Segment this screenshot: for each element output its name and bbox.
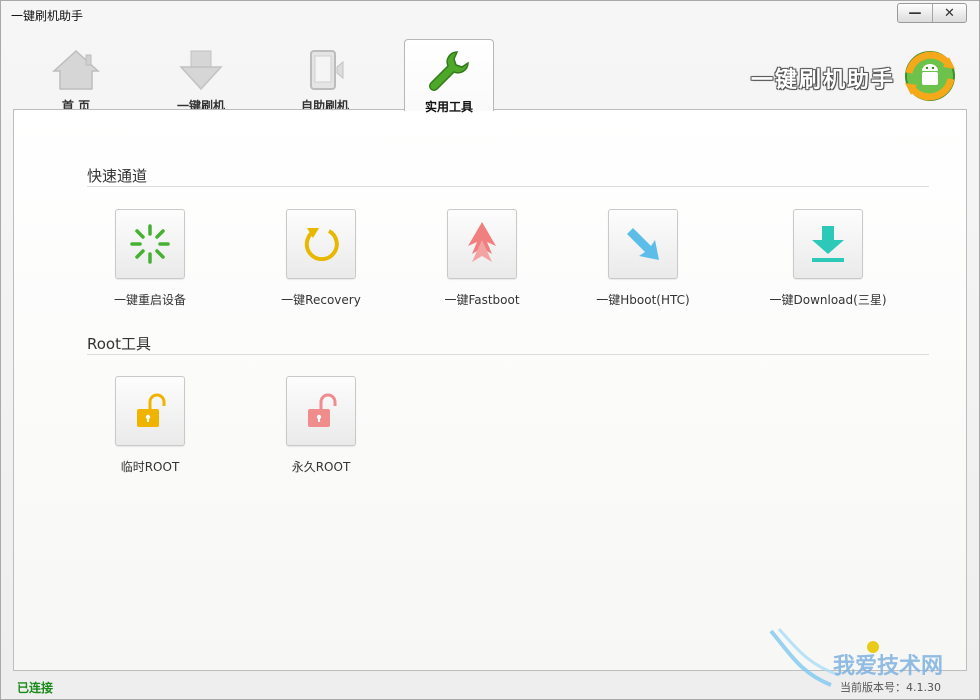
- version-label: 当前版本号：4.1.30: [840, 681, 941, 694]
- tile-perm-root-label: 永久ROOT: [291, 460, 351, 474]
- tab-one-click-flash[interactable]: 一键刷机: [156, 39, 246, 113]
- section-title-root: Root工具: [87, 335, 151, 353]
- brand-logo: 一键刷机助手: [751, 47, 959, 109]
- up-arrow-icon[interactable]: [447, 209, 517, 279]
- section-divider-root: [87, 354, 929, 355]
- tile-download-samsung-label: 一键Download(三星): [769, 293, 887, 307]
- tile-recovery[interactable]: 一键Recovery: [246, 209, 396, 308]
- close-button[interactable]: ✕: [932, 4, 966, 22]
- tile-perm-root[interactable]: 永久ROOT: [246, 376, 396, 475]
- section-divider-quick: [87, 186, 929, 187]
- tile-fastboot-label: 一键Fastboot: [444, 293, 520, 307]
- tab-utilities[interactable]: 实用工具: [404, 39, 494, 114]
- download-tray-icon[interactable]: [793, 209, 863, 279]
- tile-hboot-label: 一键Hboot(HTC): [596, 293, 690, 307]
- wrench-icon: [423, 48, 475, 94]
- title-bar: 一键刷机助手 — ✕: [1, 1, 979, 27]
- unlock-yellow-icon[interactable]: [115, 376, 185, 446]
- tab-home[interactable]: 首 页: [31, 39, 121, 113]
- tile-reboot-device[interactable]: 一键重启设备: [75, 209, 225, 308]
- window-title: 一键刷机助手: [11, 9, 84, 23]
- minimize-button[interactable]: —: [898, 4, 932, 22]
- loading-spinner-icon[interactable]: [115, 209, 185, 279]
- home-icon: [50, 47, 102, 93]
- unlock-pink-icon[interactable]: [286, 376, 356, 446]
- diagonal-arrow-icon[interactable]: [608, 209, 678, 279]
- tile-hboot[interactable]: 一键Hboot(HTC): [568, 209, 718, 308]
- tile-fastboot[interactable]: 一键Fastboot: [407, 209, 557, 308]
- tile-temp-root-label: 临时ROOT: [120, 460, 180, 474]
- tile-download-samsung[interactable]: 一键Download(三星): [753, 209, 903, 308]
- status-bar: 已连接 当前版本号：4.1.30: [1, 675, 979, 699]
- tab-utilities-label: 实用工具: [424, 100, 473, 114]
- brand-title: 一键刷机助手: [750, 68, 895, 93]
- download-arrow-icon: [175, 47, 227, 93]
- refresh-circle-icon[interactable]: [286, 209, 356, 279]
- tile-temp-root[interactable]: 临时ROOT: [75, 376, 225, 475]
- section-title-quick: 快速通道: [87, 167, 148, 185]
- tile-reboot-device-label: 一键重启设备: [113, 293, 186, 307]
- utilities-panel: 快速通道 一键重启设备 一键Recovery 一键Fastboot 一键Hboo…: [13, 109, 967, 671]
- connection-status: 已连接: [17, 681, 54, 695]
- phone-icon: [299, 47, 351, 93]
- window-controls: — ✕: [897, 3, 967, 23]
- app-window: 一键刷机助手 — ✕ 首 页 一键刷机 自助刷机 实用工具 一键刷机助手 快速通…: [0, 0, 980, 700]
- tile-recovery-label: 一键Recovery: [281, 293, 361, 307]
- android-refresh-logo: [901, 47, 959, 109]
- tab-self-flash[interactable]: 自助刷机: [280, 39, 370, 113]
